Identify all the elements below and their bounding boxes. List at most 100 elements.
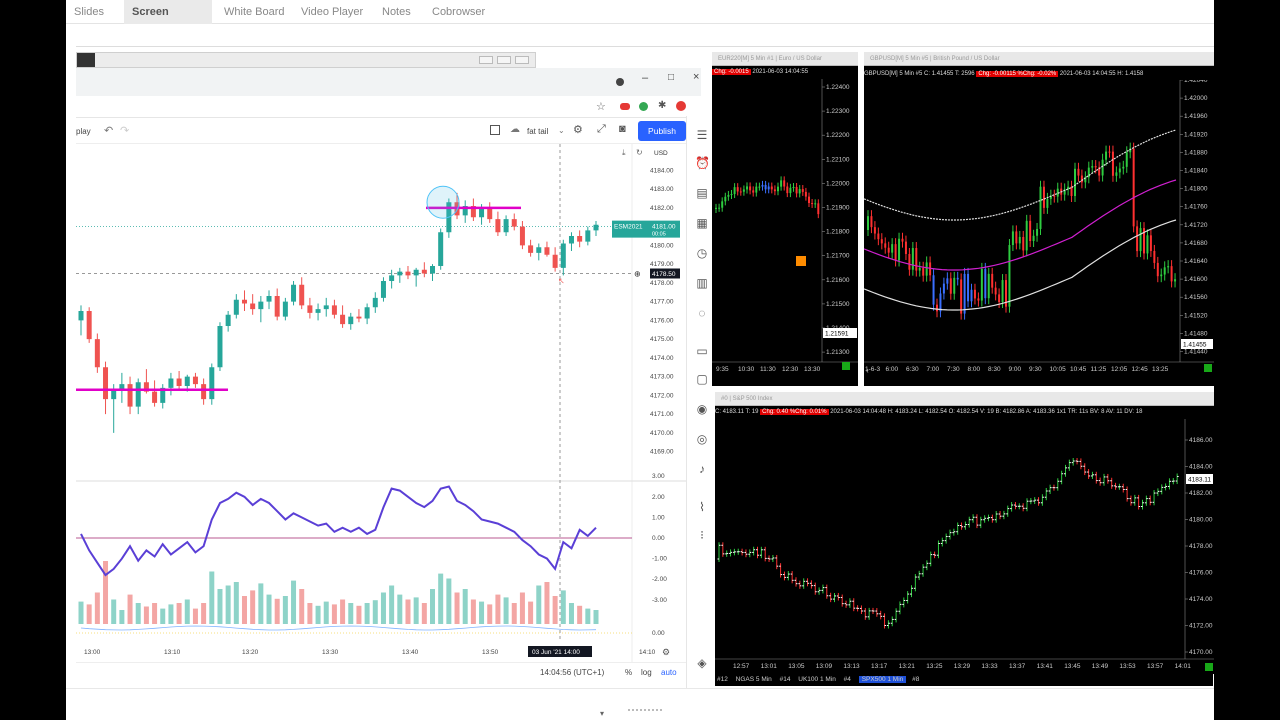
time-tick: 12:57 <box>733 663 750 670</box>
camera-icon[interactable]: ◙ <box>619 123 626 135</box>
tab-white-board[interactable]: White Board <box>224 0 294 24</box>
volume-bar <box>528 601 534 624</box>
dom-icon[interactable]: ⁝ <box>695 528 709 542</box>
chart-tab[interactable]: #14 <box>780 676 791 683</box>
trading-icon[interactable]: ⌇ <box>695 500 709 514</box>
watchlist-icon[interactable]: ☰ <box>695 128 709 142</box>
profile-icon[interactable] <box>676 101 686 111</box>
time-tick: 9:35 <box>716 366 729 373</box>
layers-icon[interactable]: ◈ <box>695 656 709 670</box>
chart-tab[interactable]: NGAS 5 Min <box>736 676 772 683</box>
puzzle-icon[interactable]: ✱ <box>658 100 666 111</box>
undo-icon[interactable]: ↶ <box>104 124 113 137</box>
log-toggle[interactable]: log <box>641 668 652 677</box>
alarm-clock-icon[interactable]: ⏰ <box>695 156 710 170</box>
hotlist-icon[interactable]: ◷ <box>695 246 709 260</box>
redo-icon[interactable]: ↷ <box>120 124 129 137</box>
extension-icon[interactable] <box>620 103 630 110</box>
calendar-icon[interactable]: ▥ <box>695 276 709 290</box>
osc-tick: 2.00 <box>652 494 665 501</box>
time-tick: 7:30 <box>947 366 960 373</box>
symbol-tag-price: 4181.00 <box>652 224 676 231</box>
volume-bar <box>299 589 305 624</box>
replay-button[interactable]: play <box>76 127 91 136</box>
chart-tab[interactable]: #4 <box>844 676 851 683</box>
refresh-icon: ↻ <box>636 148 643 157</box>
time-tick: 12:30 <box>782 366 799 373</box>
news-icon[interactable]: ▤ <box>695 186 709 200</box>
candle-body <box>739 191 742 193</box>
candle-body <box>746 186 748 190</box>
volume-bar <box>168 604 174 624</box>
expand-icon[interactable]: ⤢ <box>597 123 606 136</box>
fullscreen-checkbox[interactable] <box>490 125 500 135</box>
browser-title-bar: – □ × <box>76 68 701 96</box>
candle-body <box>1074 168 1076 197</box>
screen-share-stage: Slides Screen Sharing White Board Video … <box>66 0 1214 720</box>
candle-body <box>1094 166 1097 168</box>
candle-body <box>1163 267 1166 275</box>
price-tick: 1.22400 <box>826 84 850 91</box>
background-window-titlebar[interactable] <box>76 52 536 68</box>
data-window-icon[interactable]: ▦ <box>695 216 709 230</box>
osc-tick: 3.00 <box>652 473 665 480</box>
gbpusd-chart-window[interactable]: GBPUSD[M] 5 Min #5 | British Pound / US … <box>864 52 1214 386</box>
candle-body <box>942 283 945 294</box>
chart-tab[interactable]: #12 <box>717 676 728 683</box>
percent-toggle[interactable]: % <box>625 668 632 677</box>
maximize-icon[interactable] <box>497 56 511 64</box>
candle-body <box>915 248 918 271</box>
candle-body <box>949 278 952 294</box>
price-tick: 4183.00 <box>650 186 674 193</box>
eurusd-chart-window[interactable]: EUR220[M] 5 Min #1 | Euro / US Dollar Ch… <box>712 52 858 386</box>
info-close: C: 1.41455 T: 2596 <box>924 71 975 77</box>
price-tick: 1.42040 <box>1184 80 1208 84</box>
minimize-icon[interactable]: – <box>642 72 648 84</box>
tab-video-player[interactable]: Video Player <box>301 0 371 24</box>
chart-tab[interactable]: #8 <box>912 676 919 683</box>
candle-body <box>758 186 761 188</box>
auto-toggle[interactable]: auto <box>661 668 677 677</box>
chart-style-dropdown[interactable]: fat tail <box>527 127 548 136</box>
publish-button[interactable]: Publish <box>638 121 686 141</box>
message-icon[interactable]: ▢ <box>695 372 709 386</box>
volume-bar <box>470 599 476 624</box>
candle-body <box>970 289 973 302</box>
tab-notes[interactable]: Notes <box>382 0 426 24</box>
volume-bar <box>266 594 272 624</box>
close-icon[interactable]: × <box>693 71 699 83</box>
extension-icon[interactable] <box>639 102 648 111</box>
minimize-icon[interactable] <box>479 56 493 64</box>
maximize-icon[interactable]: □ <box>668 72 674 83</box>
bell-icon[interactable]: ♪ <box>695 462 709 476</box>
tradingview-chart[interactable]: USD 4184.00 4183.00 4182.00 4181.00 4180.00 41… <box>76 144 686 662</box>
chart-tab[interactable]: UK100 1 Min <box>798 676 836 683</box>
spx-chart-window[interactable]: #0 | S&P 500 Index C: 4183.11 T: 19 Chg:… <box>715 392 1214 674</box>
broadcast-icon[interactable]: ◎ <box>695 432 709 446</box>
star-icon[interactable]: ☆ <box>596 100 606 113</box>
record-icon[interactable] <box>616 78 624 86</box>
tab-cobrowser[interactable]: Cobrowser <box>432 0 502 24</box>
address-bar[interactable]: ☆ ✱ <box>76 96 701 118</box>
chart-toolbar: play ↶ ↷ ☁ fat tail ⌄ ⚙ ⤢ ◙ <box>76 118 701 144</box>
chat-icon[interactable]: ▭ <box>695 344 709 358</box>
chevron-down-icon[interactable]: ⌄ <box>558 126 565 135</box>
volume-bar <box>479 601 485 624</box>
close-icon[interactable] <box>515 56 529 64</box>
volume-bar <box>372 600 378 624</box>
candle-body <box>877 233 880 240</box>
tab-slides[interactable]: Slides <box>74 0 118 24</box>
chart-tab-active[interactable]: SPX500 1 Min <box>858 676 907 683</box>
chevron-down-icon[interactable]: ▾ <box>600 709 604 718</box>
chart-background <box>864 80 1214 386</box>
tab-screen-sharing[interactable]: Screen Sharing <box>124 0 212 42</box>
candle-body <box>511 219 517 227</box>
currency-label: USD <box>654 150 668 157</box>
time-tick: 11:30 <box>760 366 776 373</box>
resize-handle[interactable] <box>628 709 662 712</box>
volume-bar <box>323 601 329 624</box>
idea-icon[interactable]: ◌ <box>695 306 709 320</box>
gear-icon[interactable]: ⚙ <box>573 123 583 136</box>
streams-icon[interactable]: ◉ <box>695 402 709 416</box>
volume-bar <box>331 604 337 624</box>
